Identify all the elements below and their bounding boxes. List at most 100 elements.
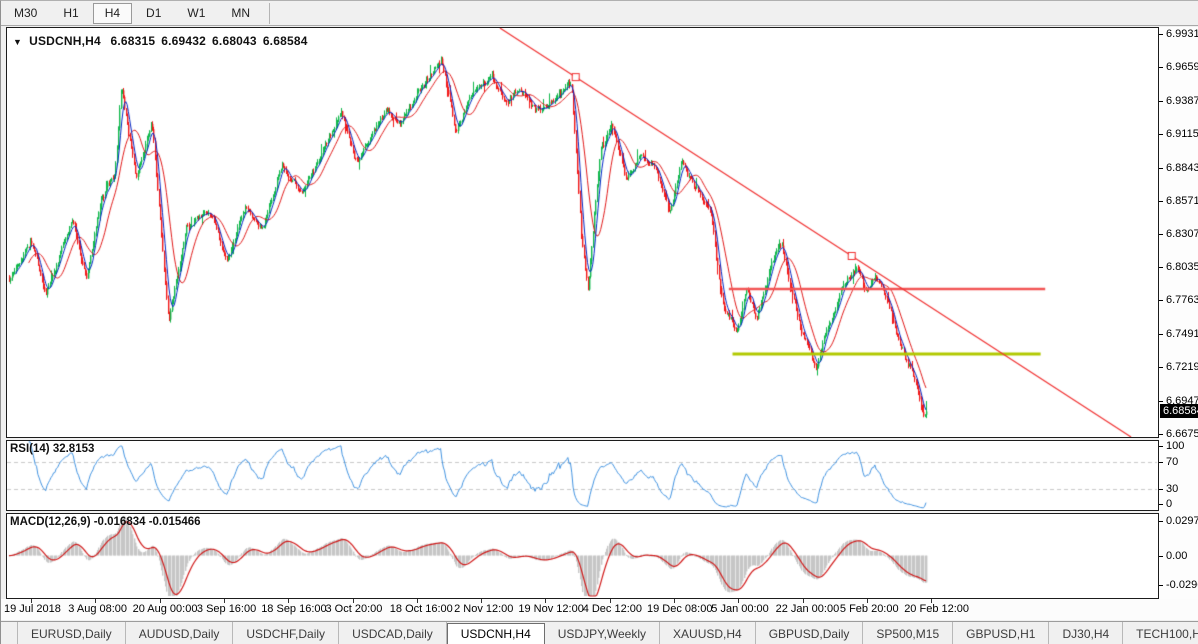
macd-label: MACD(12,26,9) -0.016834 -0.015466 xyxy=(10,516,201,528)
rsi-canvas[interactable] xyxy=(7,441,1158,510)
axis-tick xyxy=(1159,434,1163,435)
axis-tick xyxy=(1159,134,1163,135)
timeframe-button-h1[interactable]: H1 xyxy=(51,3,90,24)
timeframe-button-d1[interactable]: D1 xyxy=(134,3,173,24)
rsi-indicator-pane xyxy=(6,440,1159,511)
time-axis-tick xyxy=(867,599,868,603)
axis-tick xyxy=(1159,334,1163,335)
time-axis-tick xyxy=(610,599,611,603)
symbol-tab-bar: EURUSD,DailyAUDUSD,DailyUSDCHF,DailyUSDC… xyxy=(1,621,1198,644)
time-axis-label: 18 Oct 16:00 xyxy=(390,603,453,615)
macd-axis-label: 0.00 xyxy=(1166,550,1187,562)
timeframe-button-m30[interactable]: M30 xyxy=(2,3,49,24)
symbol-tab-usdjpy[interactable]: USDJPY,Weekly xyxy=(545,622,660,644)
time-axis-tick xyxy=(803,599,804,603)
time-axis-label: 20 Aug 00:00 xyxy=(133,603,198,615)
axis-tick xyxy=(1159,201,1163,202)
chart-symbol: USDCNH,H4 xyxy=(29,34,101,48)
price-axis-label: 6.74910 xyxy=(1166,328,1198,340)
axis-tick xyxy=(1159,556,1163,557)
time-axis-label: 3 Aug 08:00 xyxy=(68,603,127,615)
price-axis-label: 6.93870 xyxy=(1166,95,1198,107)
rsi-label: RSI(14) 32.8153 xyxy=(10,443,94,455)
symbol-tab-usdchf[interactable]: USDCHF,Daily xyxy=(233,622,339,644)
time-axis-label: 22 Jan 00:00 xyxy=(776,603,840,615)
timeframe-toolbar: M30H1H4D1W1MN xyxy=(1,1,1198,26)
axis-tick xyxy=(1159,367,1163,368)
rsi-axis-label: 100 xyxy=(1166,440,1184,452)
chart-dropdown-icon[interactable]: ▼ xyxy=(13,37,22,47)
axis-tick xyxy=(1159,585,1163,586)
chart-title: ▼ USDCNH,H4 6.68315 6.69432 6.68043 6.68584 xyxy=(13,34,314,48)
time-axis-tick xyxy=(738,599,739,603)
price-axis-label: 6.96590 xyxy=(1166,61,1198,73)
axis-tick xyxy=(1159,101,1163,102)
time-axis-tick xyxy=(545,599,546,603)
price-axis-label: 6.88430 xyxy=(1166,162,1198,174)
price-axis-label: 6.83070 xyxy=(1166,228,1198,240)
current-price-tag: 6.68584 xyxy=(1160,404,1198,418)
rsi-axis-label: 30 xyxy=(1166,483,1178,495)
symbol-tab-dj30[interactable]: DJ30,H4 xyxy=(1049,622,1123,644)
rsi-axis-label: 0 xyxy=(1166,498,1172,510)
time-axis-tick xyxy=(481,599,482,603)
axis-tick xyxy=(1159,462,1163,463)
axis-tick xyxy=(1159,67,1163,68)
axis-tick xyxy=(1159,168,1163,169)
time-axis-label: 2 Nov 12:00 xyxy=(454,603,513,615)
symbol-tab-usdcnh[interactable]: USDCNH,H4 xyxy=(447,623,545,644)
timeframe-button-h4[interactable]: H4 xyxy=(93,3,132,24)
macd-axis-label: 0.029737 xyxy=(1166,515,1198,527)
time-axis-tick xyxy=(95,599,96,603)
symbol-tab-xauusd[interactable]: XAUUSD,H4 xyxy=(660,622,756,644)
symbol-tab-sp500[interactable]: SP500,M15 xyxy=(863,622,953,644)
time-axis-label: 19 Dec 08:00 xyxy=(647,603,712,615)
axis-tick xyxy=(1159,504,1163,505)
time-axis-tick xyxy=(931,599,932,603)
symbol-tab-usdcad[interactable]: USDCAD,Daily xyxy=(339,622,447,644)
time-axis-label: 5 Jan 00:00 xyxy=(711,603,769,615)
price-axis-label: 6.72190 xyxy=(1166,361,1198,373)
toolbar-separator xyxy=(269,3,270,24)
time-axis-label: 20 Feb 12:00 xyxy=(904,603,969,615)
timeframe-button-w1[interactable]: W1 xyxy=(175,3,217,24)
price-axis-label: 6.99310 xyxy=(1166,28,1198,40)
time-axis[interactable]: 19 Jul 20183 Aug 08:0020 Aug 00:003 Sep … xyxy=(1,599,1198,620)
time-axis-tick xyxy=(674,599,675,603)
axis-tick xyxy=(1159,234,1163,235)
ohlc-high: 6.69432 xyxy=(161,34,206,48)
symbol-tab-audusd[interactable]: AUDUSD,Daily xyxy=(126,622,234,644)
ohlc-open: 6.68315 xyxy=(110,34,155,48)
ohlc-low: 6.68043 xyxy=(212,34,257,48)
axis-tick xyxy=(1159,267,1163,268)
time-axis-tick xyxy=(31,599,32,603)
ohlc-close: 6.68584 xyxy=(263,34,308,48)
symbol-tab-gbpusd[interactable]: GBPUSD,H1 xyxy=(953,622,1049,644)
axis-tick xyxy=(1159,34,1163,35)
price-axis-label: 6.85710 xyxy=(1166,195,1198,207)
symbol-tab-tech100[interactable]: TECH100,H1 xyxy=(1123,622,1198,644)
symbol-tab-gbpusd[interactable]: GBPUSD,Daily xyxy=(756,622,864,644)
mt4-window: M30H1H4D1W1MN ▼ USDCNH,H4 6.68315 6.69432 6… xyxy=(0,0,1198,644)
main-chart-canvas[interactable] xyxy=(7,28,1158,437)
time-axis-tick xyxy=(288,599,289,603)
time-axis-tick xyxy=(224,599,225,603)
axis-tick xyxy=(1159,521,1163,522)
macd-axis-label: -0.029678 xyxy=(1166,579,1198,591)
price-axis-label: 6.91150 xyxy=(1166,128,1198,140)
axis-tick xyxy=(1159,446,1163,447)
price-axis-label: 6.77630 xyxy=(1166,294,1198,306)
main-chart-pane xyxy=(6,27,1159,438)
axis-tick xyxy=(1159,300,1163,301)
price-axis[interactable]: 6.99310 6.96590 6.93870 6.91150 6.88430 6.857… xyxy=(1159,27,1198,599)
time-axis-label: 5 Feb 20:00 xyxy=(840,603,899,615)
timeframe-button-mn[interactable]: MN xyxy=(219,3,262,24)
rsi-axis-label: 70 xyxy=(1166,456,1178,468)
time-axis-label: 18 Sep 16:00 xyxy=(261,603,326,615)
time-axis-label: 3 Oct 20:00 xyxy=(326,603,383,615)
symbol-tab-eurusd[interactable]: EURUSD,Daily xyxy=(17,622,126,644)
time-axis-label: 19 Nov 12:00 xyxy=(518,603,583,615)
time-axis-tick xyxy=(417,599,418,603)
time-axis-tick xyxy=(353,599,354,603)
axis-tick xyxy=(1159,489,1163,490)
